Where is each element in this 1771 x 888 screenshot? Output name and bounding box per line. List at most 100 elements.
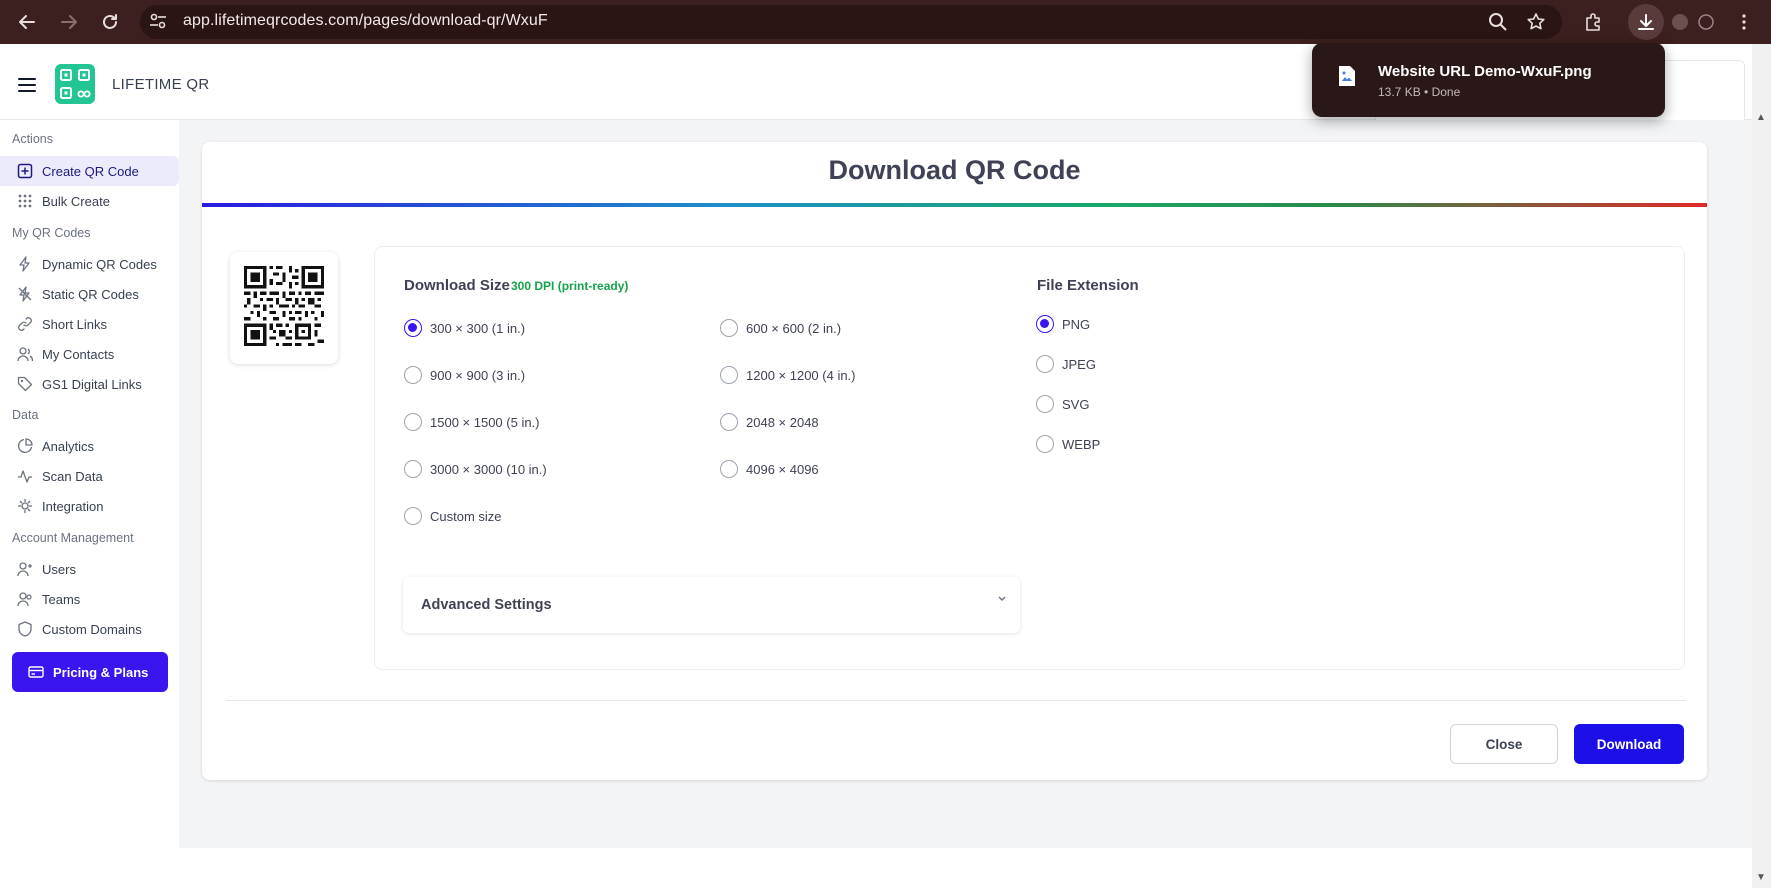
vertical-scrollbar[interactable] xyxy=(1752,44,1771,888)
format-option-jpeg[interactable]: JPEG xyxy=(1036,355,1096,373)
size-option-1200[interactable]: 1200 × 1200 (4 in.) xyxy=(720,366,856,384)
format-option-png[interactable]: PNG xyxy=(1036,315,1090,333)
activity-icon xyxy=(17,468,33,484)
format-option-label: SVG xyxy=(1062,396,1090,412)
size-option-600[interactable]: 600 × 600 (2 in.) xyxy=(720,319,841,337)
site-info-icon[interactable] xyxy=(148,11,170,33)
pricing-plans-button[interactable]: Pricing & Plans xyxy=(12,652,168,692)
grid-dots-icon xyxy=(17,193,33,209)
radio-button[interactable] xyxy=(720,366,738,384)
sidebar-item-users[interactable]: Users xyxy=(0,554,179,584)
size-option-300[interactable]: 300 × 300 (1 in.) xyxy=(404,319,525,337)
download-file-name[interactable]: Website URL Demo-WxuF.png xyxy=(1378,63,1592,80)
sidebar-item-short-links[interactable]: Short Links xyxy=(0,309,179,339)
sidebar-item-integration[interactable]: Integration xyxy=(0,491,179,521)
size-option-2048[interactable]: 2048 × 2048 xyxy=(720,413,819,431)
forward-icon[interactable] xyxy=(52,5,86,39)
close-button[interactable]: Close xyxy=(1450,724,1558,764)
radio-button[interactable] xyxy=(404,507,422,525)
radio-button[interactable] xyxy=(1036,395,1054,413)
format-option-svg[interactable]: SVG xyxy=(1036,395,1089,413)
credit-card-icon xyxy=(28,664,44,680)
sidebar-item-label: Bulk Create xyxy=(42,194,110,209)
bookmark-star-icon[interactable] xyxy=(1524,10,1548,34)
size-option-900[interactable]: 900 × 900 (3 in.) xyxy=(404,366,525,384)
browser-menu-icon[interactable] xyxy=(1732,10,1756,34)
sidebar-item-create-qr-code[interactable]: Create QR Code xyxy=(0,156,179,186)
sidebar-item-custom-domains[interactable]: Custom Domains xyxy=(0,614,179,644)
sidebar-item-bulk-create[interactable]: Bulk Create xyxy=(0,186,179,216)
section-account-management: Account Management xyxy=(12,531,134,545)
pricing-plans-label: Pricing & Plans xyxy=(53,665,149,680)
radio-button[interactable] xyxy=(720,413,738,431)
section-my-qr-codes: My QR Codes xyxy=(12,226,91,240)
lightning-icon xyxy=(17,256,33,272)
profile-avatar-icon[interactable] xyxy=(1668,10,1692,34)
download-icon[interactable] xyxy=(1634,10,1658,34)
sidebar-item-label: Dynamic QR Codes xyxy=(42,257,157,272)
scroll-up-icon[interactable]: ▲ xyxy=(1755,112,1767,123)
format-option-webp[interactable]: WEBP xyxy=(1036,435,1100,453)
advanced-settings-toggle[interactable]: Advanced Settings xyxy=(403,577,1020,633)
radio-button[interactable] xyxy=(404,319,422,337)
size-option-label: 1500 × 1500 (5 in.) xyxy=(430,414,540,430)
page-title: Download QR Code xyxy=(828,155,1081,185)
sidebar-item-teams[interactable]: Teams xyxy=(0,584,179,614)
profile-secondary-icon[interactable] xyxy=(1694,10,1718,34)
brand-logo[interactable] xyxy=(55,64,95,104)
zoom-icon[interactable] xyxy=(1486,10,1510,34)
hamburger-menu-icon[interactable] xyxy=(18,78,36,92)
tag-icon xyxy=(17,376,33,392)
download-button[interactable]: Download xyxy=(1574,724,1684,764)
radio-button[interactable] xyxy=(1036,315,1054,333)
download-bubble[interactable]: Website URL Demo-WxuF.png 13.7 KB • Done xyxy=(1312,43,1665,117)
scroll-down-icon[interactable]: ▼ xyxy=(1755,872,1767,883)
extensions-icon[interactable] xyxy=(1582,10,1606,34)
radio-button[interactable] xyxy=(720,319,738,337)
pie-chart-icon xyxy=(17,438,33,454)
format-option-label: JPEG xyxy=(1062,356,1096,372)
sidebar-item-my-contacts[interactable]: My Contacts xyxy=(0,339,179,369)
advanced-settings-label: Advanced Settings xyxy=(421,597,552,613)
sidebar-item-scan-data[interactable]: Scan Data xyxy=(0,461,179,491)
size-option-1500[interactable]: 1500 × 1500 (5 in.) xyxy=(404,413,540,431)
sidebar-item-label: Custom Domains xyxy=(42,622,142,637)
gradient-divider xyxy=(202,203,1707,207)
sidebar-item-dynamic-qr-codes[interactable]: Dynamic QR Codes xyxy=(0,249,179,279)
users-icon xyxy=(17,346,34,362)
sidebar-item-static-qr-codes[interactable]: Static QR Codes xyxy=(0,279,179,309)
sidebar: Actions Create QR Code Bulk Create My QR… xyxy=(0,120,179,848)
back-icon[interactable] xyxy=(10,5,44,39)
sidebar-item-label: Teams xyxy=(42,592,81,607)
radio-button[interactable] xyxy=(404,366,422,384)
download-options-panel: Download Size 300 DPI (print-ready) 300 … xyxy=(374,246,1685,670)
radio-button[interactable] xyxy=(720,460,738,478)
file-extension-label: File Extension xyxy=(1037,277,1139,294)
sidebar-item-label: My Contacts xyxy=(42,347,115,362)
link-icon xyxy=(17,316,33,332)
footer-divider xyxy=(226,700,1686,701)
sidebar-item-analytics[interactable]: Analytics xyxy=(0,431,179,461)
radio-button[interactable] xyxy=(1036,435,1054,453)
section-actions: Actions xyxy=(12,132,53,146)
page-bottom xyxy=(0,848,1752,888)
sidebar-item-gs1-digital-links[interactable]: GS1 Digital Links xyxy=(0,369,179,399)
size-option-4096[interactable]: 4096 × 4096 xyxy=(720,460,819,478)
sidebar-item-label: Short Links xyxy=(42,317,108,332)
size-option-label: 3000 × 3000 (10 in.) xyxy=(430,461,547,477)
radio-button[interactable] xyxy=(404,460,422,478)
user-plus-icon xyxy=(17,561,33,577)
chevron-down-icon xyxy=(997,595,1007,606)
browser-toolbar: app.lifetimeqrcodes.com/pages/download-q… xyxy=(0,0,1771,44)
size-option-3000[interactable]: 3000 × 3000 (10 in.) xyxy=(404,460,547,478)
sidebar-item-label: Analytics xyxy=(42,439,95,454)
url-text[interactable]: app.lifetimeqrcodes.com/pages/download-q… xyxy=(183,12,548,30)
radio-button[interactable] xyxy=(1036,355,1054,373)
plus-square-icon xyxy=(17,163,33,179)
download-qr-modal: Download QR Code Download Size 300 DPI (… xyxy=(202,142,1707,780)
reload-icon[interactable] xyxy=(93,5,127,39)
format-option-label: PNG xyxy=(1062,316,1091,332)
radio-button[interactable] xyxy=(404,413,422,431)
brand-name: LIFETIME QR xyxy=(112,76,210,93)
size-option-custom[interactable]: Custom size xyxy=(404,507,502,525)
